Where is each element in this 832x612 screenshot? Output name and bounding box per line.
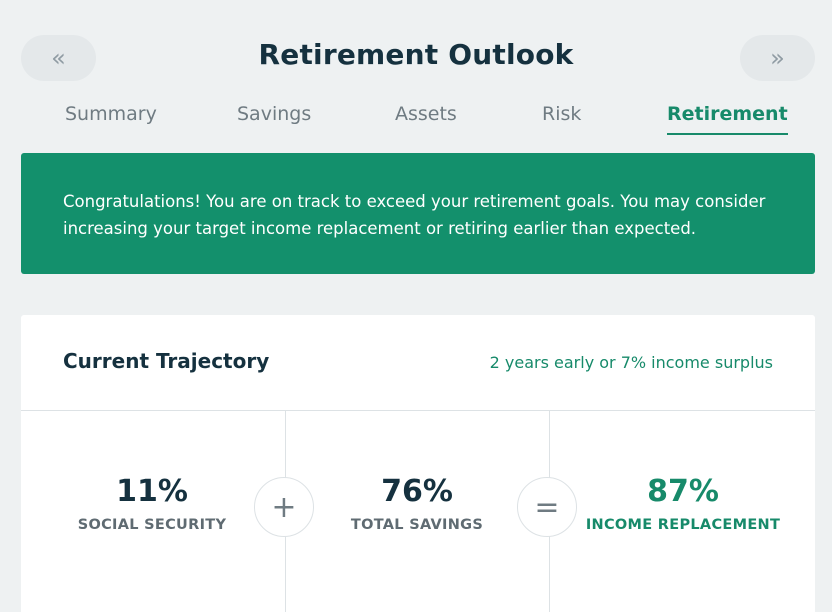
stat-value: 87% bbox=[647, 474, 719, 509]
next-button[interactable]: » bbox=[740, 35, 815, 81]
stat-total-savings: 76% TOTAL SAVINGS bbox=[307, 474, 527, 534]
tab-bar: Summary Savings Assets Risk Retirement bbox=[0, 103, 832, 143]
stat-label: TOTAL SAVINGS bbox=[350, 517, 484, 533]
stat-income-replacement: 87% INCOME REPLACEMENT bbox=[573, 474, 793, 534]
card-title: Current Trajectory bbox=[63, 349, 270, 373]
tab-savings[interactable]: Savings bbox=[237, 103, 311, 133]
on-track-banner: Congratulations! You are on track to exc… bbox=[21, 153, 815, 274]
banner-message: Congratulations! You are on track to exc… bbox=[63, 192, 766, 238]
tab-retirement[interactable]: Retirement bbox=[667, 103, 788, 135]
stat-value: 76% bbox=[381, 474, 453, 509]
stat-social-security: 11% SOCIAL SECURITY bbox=[42, 474, 262, 534]
card-header: Current Trajectory 2 years early or 7% i… bbox=[21, 315, 815, 411]
current-trajectory-card: Current Trajectory 2 years early or 7% i… bbox=[21, 315, 815, 612]
plus-icon: + bbox=[254, 477, 314, 537]
stat-label: SOCIAL SECURITY bbox=[77, 517, 227, 533]
tab-risk[interactable]: Risk bbox=[542, 103, 581, 133]
tab-summary[interactable]: Summary bbox=[65, 103, 157, 133]
trajectory-summary: 2 years early or 7% income surplus bbox=[489, 353, 773, 372]
stat-label: INCOME REPLACEMENT bbox=[585, 517, 781, 533]
tab-assets[interactable]: Assets bbox=[395, 103, 457, 133]
page-title: Retirement Outlook bbox=[258, 38, 574, 71]
double-chevron-right-icon: » bbox=[770, 44, 785, 72]
stat-value: 11% bbox=[116, 474, 188, 509]
equals-icon: = bbox=[517, 477, 577, 537]
